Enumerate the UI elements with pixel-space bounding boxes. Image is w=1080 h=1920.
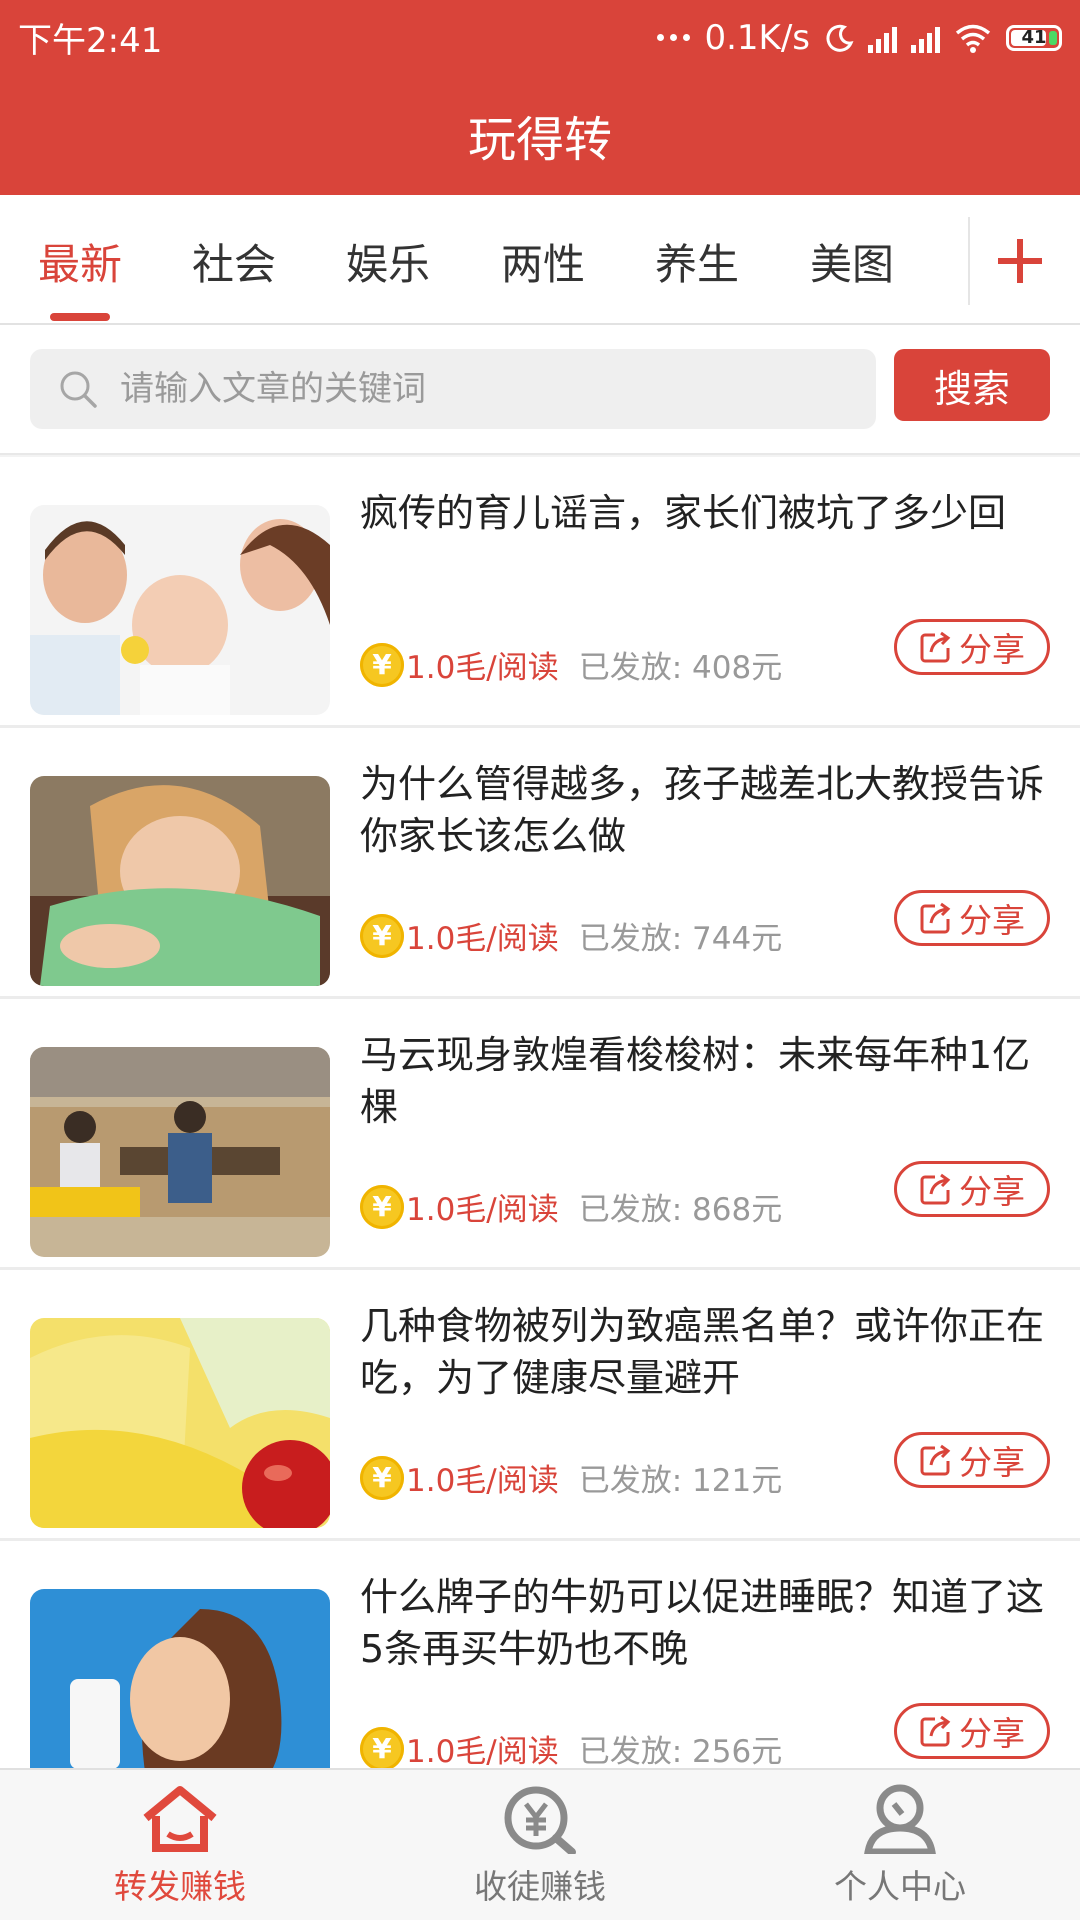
article-thumbnail [30,505,330,715]
plus-icon [998,239,1042,283]
network-speed: 0.1K/s [704,17,810,58]
article-item[interactable]: 马云现身敦煌看梭梭树：未来每年种1亿棵 ¥ 1.0毛/阅读 已发放: 868元 … [0,999,1080,1270]
coin-icon: ¥ [360,913,404,958]
coin-icon: ¥ [360,642,404,687]
home-icon [143,1786,217,1852]
category-tabs: 最新 社会 娱乐 两性 养生 美图 [0,195,1080,325]
share-icon [920,902,951,934]
paid-amount: 已发放: 408元 [578,650,783,686]
search-box[interactable] [30,349,876,429]
tab-latest[interactable]: 最新 [38,231,122,292]
money-search-icon [504,1786,576,1854]
active-tab-indicator [50,313,110,321]
article-thumbnail [30,1047,330,1257]
article-meta: ¥ 1.0毛/阅读 已发放: 408元 [360,642,782,687]
search-bar: 搜索 [0,325,1080,455]
nav-personal-center[interactable]: 个人中心 [720,1784,1080,1914]
page-title: 玩得转 [467,112,612,168]
tab-pictures[interactable]: 美图 [810,231,894,292]
article-title: 几种食物被列为致癌黑名单？或许你正在吃，为了健康尽量避开 [360,1304,1045,1400]
paid-amount: 已发放: 744元 [578,921,783,957]
article-meta: ¥ 1.0毛/阅读 已发放: 256元 [360,1726,782,1771]
top-bar: 下午2:41 0.1K/s 41 玩得转 [0,0,1080,195]
share-button[interactable]: 分享 [894,1432,1050,1488]
article-list: 疯传的育儿谣言，家长们被坑了多少回 ¥ 1.0毛/阅读 已发放: 408元 分享… [0,457,1080,1812]
article-meta: ¥ 1.0毛/阅读 已发放: 744元 [360,913,782,958]
article-title: 疯传的育儿谣言，家长们被坑了多少回 [360,491,1007,535]
share-icon [920,1173,951,1205]
bottom-nav: 转发赚钱 收徒赚钱 个人中心 [0,1768,1080,1920]
tab-gender[interactable]: 两性 [501,231,585,292]
search-icon [60,371,97,408]
coin-icon: ¥ [360,1455,404,1500]
share-icon [920,1715,951,1747]
moon-icon [826,24,854,52]
share-icon [920,1444,951,1476]
article-title: 什么牌子的牛奶可以促进睡眠？知道了这5条再买牛奶也不晚 [360,1575,1045,1671]
article-thumbnail [30,1318,330,1528]
article-title: 为什么管得越多，孩子越差北大教授告诉你家长该怎么做 [360,762,1045,858]
share-button[interactable]: 分享 [894,1161,1050,1217]
person-icon [864,1784,936,1854]
paid-amount: 已发放: 256元 [578,1734,783,1770]
battery-icon: 41 [1006,24,1062,51]
share-icon [920,631,951,663]
more-dots-icon [657,34,691,41]
paid-amount: 已发放: 868元 [578,1192,783,1228]
article-meta: ¥ 1.0毛/阅读 已发放: 868元 [360,1184,782,1229]
tab-society[interactable]: 社会 [192,231,276,292]
search-button[interactable]: 搜索 [894,349,1050,421]
reward-rate: 1.0毛/阅读 [406,1192,559,1228]
reward-rate: 1.0毛/阅读 [406,921,559,957]
nav-recruit-earn[interactable]: 收徒赚钱 [360,1784,720,1914]
share-button[interactable]: 分享 [894,890,1050,946]
coin-icon: ¥ [360,1184,404,1229]
article-meta: ¥ 1.0毛/阅读 已发放: 121元 [360,1455,782,1500]
status-icons: 0.1K/s 41 [657,18,1062,58]
article-item[interactable]: 疯传的育儿谣言，家长们被坑了多少回 ¥ 1.0毛/阅读 已发放: 408元 分享 [0,457,1080,728]
article-thumbnail [30,776,330,986]
status-bar: 下午2:41 0.1K/s 41 [0,0,1080,75]
search-input[interactable] [118,368,822,410]
status-time: 下午2:41 [18,21,163,61]
paid-amount: 已发放: 121元 [578,1463,783,1499]
reward-rate: 1.0毛/阅读 [406,1734,559,1770]
article-item[interactable]: 为什么管得越多，孩子越差北大教授告诉你家长该怎么做 ¥ 1.0毛/阅读 已发放:… [0,728,1080,999]
tab-divider [968,217,970,305]
wifi-icon [955,24,991,53]
coin-icon: ¥ [360,1726,404,1771]
tab-entertainment[interactable]: 娱乐 [346,231,430,292]
share-button[interactable]: 分享 [894,619,1050,675]
tab-health[interactable]: 养生 [655,231,739,292]
reward-rate: 1.0毛/阅读 [406,650,559,686]
add-category-button[interactable] [990,215,1050,305]
reward-rate: 1.0毛/阅读 [406,1463,559,1499]
article-item[interactable]: 几种食物被列为致癌黑名单？或许你正在吃，为了健康尽量避开 ¥ 1.0毛/阅读 已… [0,1270,1080,1541]
nav-forward-earn[interactable]: 转发赚钱 [0,1784,360,1914]
article-title: 马云现身敦煌看梭梭树：未来每年种1亿棵 [360,1033,1031,1129]
signal-icon [868,23,897,53]
share-button[interactable]: 分享 [894,1703,1050,1759]
signal-icon-2 [911,23,940,53]
